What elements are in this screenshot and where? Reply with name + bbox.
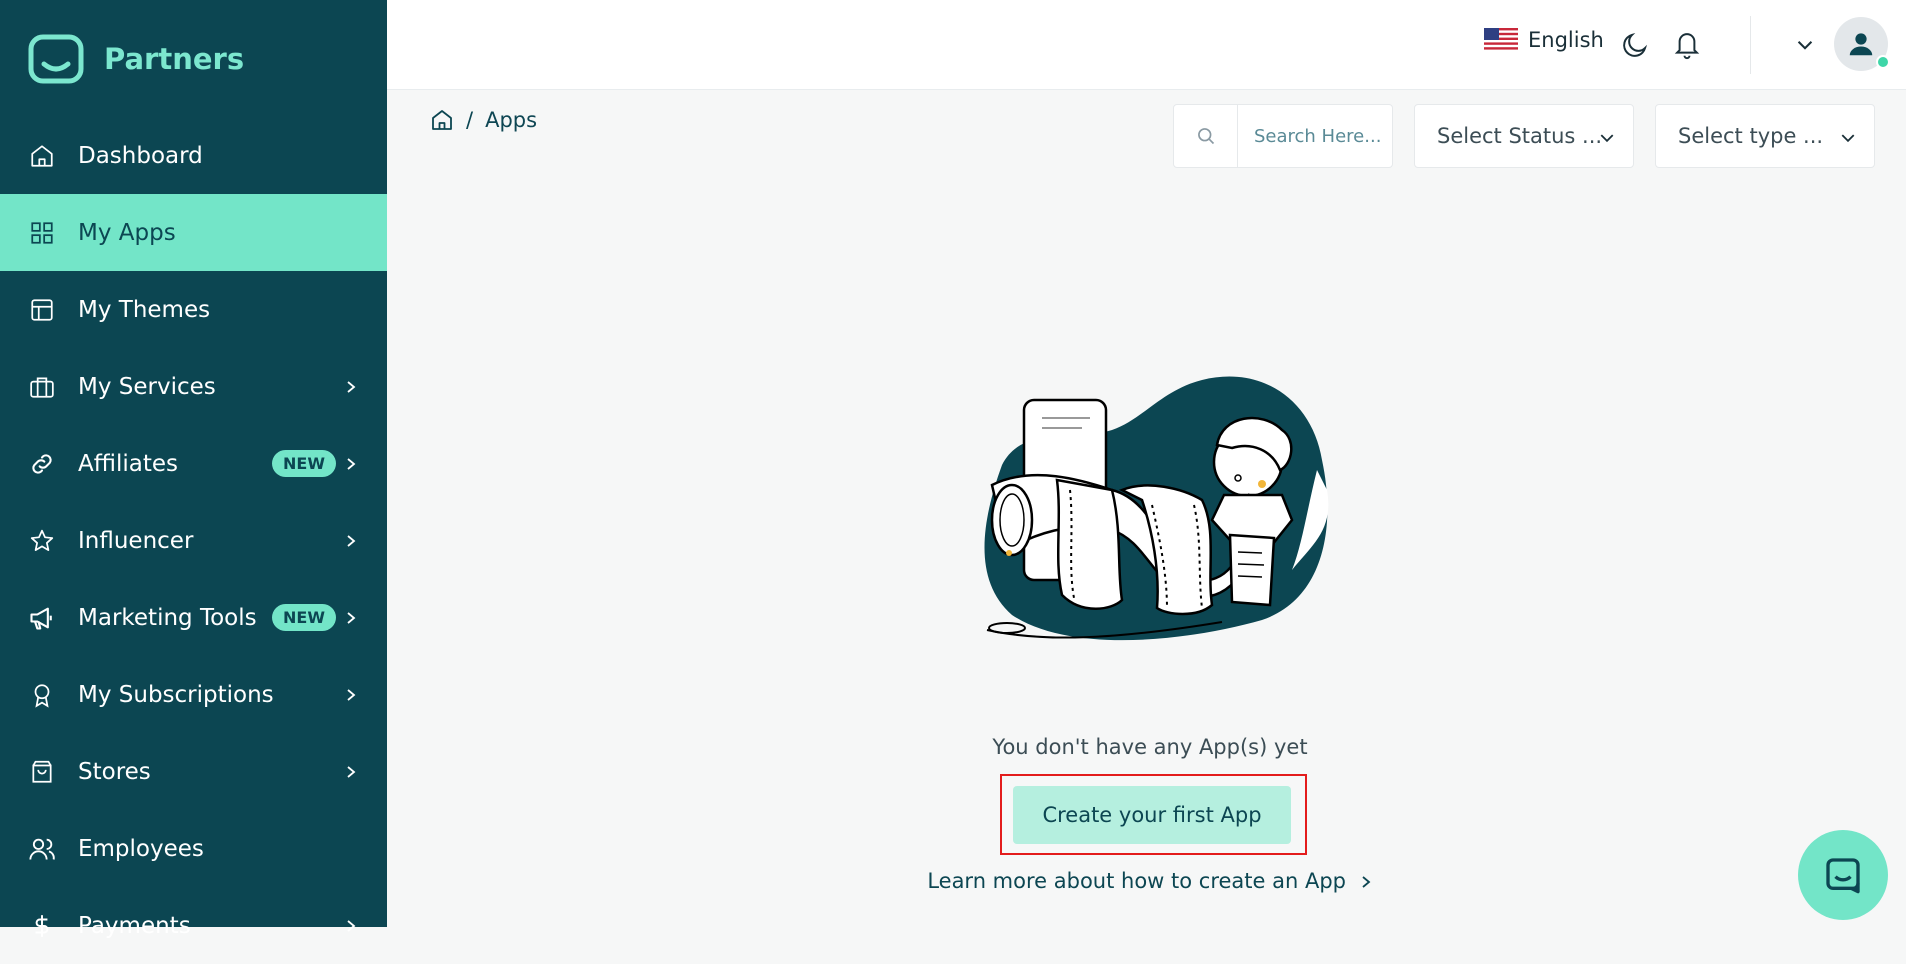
empty-state-message: You don't have any App(s) yet [992,735,1308,759]
sidebar-item-label: Stores [78,758,151,785]
sidebar-item-my-subscriptions[interactable]: My Subscriptions [0,656,387,733]
create-first-app-button[interactable]: Create your first App [1013,786,1291,844]
briefcase-icon [28,373,56,401]
chevron-right-icon [347,611,356,624]
learn-more-label: Learn more about how to create an App [927,869,1346,893]
sidebar-item-label: Marketing Tools [78,604,257,631]
sidebar-item-payments[interactable]: Payments [0,887,387,964]
home-icon [28,142,56,170]
new-badge: NEW [272,604,336,631]
chat-launcher-button[interactable] [1798,830,1888,920]
avatar[interactable] [1834,17,1890,71]
brand-name: Partners [104,41,245,76]
language-label: English [1528,28,1604,52]
chevron-right-icon [1362,876,1371,888]
award-icon [28,681,56,709]
chevron-down-icon [1841,134,1855,143]
breadcrumb-current: Apps [485,108,538,132]
sidebar-item-label: Dashboard [78,142,203,169]
sidebar-item-stores[interactable]: Stores [0,733,387,810]
link-icon [28,450,56,478]
sidebar-item-my-themes[interactable]: My Themes [0,271,387,348]
language-selector[interactable]: English [1484,28,1604,52]
sidebar-item-label: Influencer [78,527,194,554]
grid-icon [28,219,56,247]
sidebar-item-label: Payments [78,912,191,939]
dark-mode-toggle-icon[interactable] [1620,30,1650,60]
partners-logo-icon [28,34,84,83]
chevron-right-icon [347,919,356,932]
chevron-right-icon [347,457,356,470]
sidebar-item-label: My Apps [78,219,176,246]
type-select-label: Select type ... [1678,124,1824,148]
learn-more-link[interactable]: Learn more about how to create an App [700,869,1600,893]
status-select[interactable]: Select Status ... [1414,104,1634,168]
chevron-right-icon [347,380,356,393]
chevron-right-icon [347,765,356,778]
breadcrumb-separator: / [466,108,474,132]
sidebar-item-affiliates[interactable]: Affiliates NEW [0,425,387,502]
star-icon [28,527,56,555]
chevron-right-icon [347,534,356,547]
megaphone-icon [28,604,56,632]
type-select[interactable]: Select type ... [1655,104,1875,168]
chat-icon [1826,858,1860,894]
sidebar-item-influencer[interactable]: Influencer [0,502,387,579]
topbar-divider [1750,16,1751,74]
sidebar-item-label: Affiliates [78,450,178,477]
online-status-dot [1876,55,1890,69]
shopping-bag-icon [28,758,56,786]
chevron-right-icon [347,688,356,701]
home-icon[interactable] [430,108,454,132]
search-box [1173,104,1393,168]
sidebar-item-label: Employees [78,835,204,862]
us-flag-icon [1484,28,1518,52]
sidebar-item-dashboard[interactable]: Dashboard [0,117,387,194]
sidebar-item-marketing-tools[interactable]: Marketing Tools NEW [0,579,387,656]
sidebar-item-label: My Themes [78,296,211,323]
users-icon [28,835,56,863]
sidebar-item-label: My Subscriptions [78,681,274,708]
status-select-label: Select Status ... [1437,124,1603,148]
chevron-down-icon [1600,134,1614,143]
account-dropdown-icon[interactable] [1796,36,1814,54]
sidebar-item-my-apps[interactable]: My Apps [0,194,387,271]
new-badge: NEW [272,450,336,477]
notification-bell-icon[interactable] [1672,28,1702,60]
search-icon [1174,105,1238,167]
dollar-icon [28,912,56,940]
sidebar-item-employees[interactable]: Employees [0,810,387,887]
empty-state-illustration [984,376,1329,641]
user-icon [1849,33,1873,56]
sidebar: Partners Dashboard My Apps My Themes My … [0,0,387,939]
brand[interactable]: Partners [0,0,387,117]
sidebar-item-label: My Services [78,373,216,400]
layout-icon [28,296,56,324]
topbar: English [387,0,1906,90]
breadcrumb: / Apps [430,108,537,132]
sidebar-item-my-services[interactable]: My Services [0,348,387,425]
search-input[interactable] [1238,105,1392,167]
